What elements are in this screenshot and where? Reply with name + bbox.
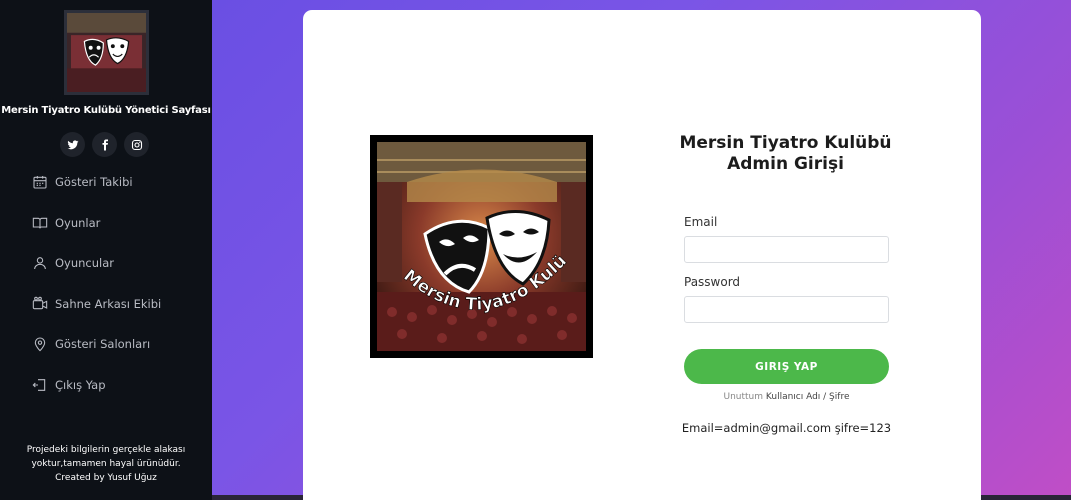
- facebook-icon[interactable]: [92, 132, 117, 157]
- twitter-icon[interactable]: [60, 132, 85, 157]
- login-title-line: Admin Girişi: [727, 154, 844, 174]
- instagram-icon[interactable]: [124, 132, 149, 157]
- sidebar-item-oyunlar[interactable]: Oyunlar: [32, 213, 202, 233]
- email-label: Email: [684, 215, 718, 229]
- demo-credentials: Email=admin@gmail.com şifre=123: [681, 421, 892, 435]
- email-field[interactable]: [684, 236, 889, 263]
- sidebar-item-label: Gösteri Salonları: [55, 337, 151, 352]
- book-icon: [32, 217, 48, 229]
- footer-line: Projedeki bilgilerin gerçekle alakası: [26, 445, 186, 455]
- footer-credit: Created by Yusuf Uğuz: [55, 473, 157, 483]
- password-label: Password: [684, 275, 741, 289]
- sidebar-item-label: Gösteri Takibi: [55, 175, 133, 189]
- calendar-icon: [33, 176, 47, 189]
- sidebar-item-gosteri-takibi[interactable]: Gösteri Takibi: [32, 172, 202, 192]
- club-logo-image: Mersin Tiyatro Kulübü: [370, 135, 593, 358]
- password-field[interactable]: [684, 296, 889, 323]
- social-links: [60, 132, 149, 157]
- login-card: Mersin Tiyatro Kulübü Mersin Tiyatro Kul…: [303, 10, 981, 500]
- sidebar-item-label: Oyunlar: [55, 215, 101, 230]
- login-button[interactable]: GIRIŞ YAP: [684, 349, 889, 384]
- map-pin-icon: [34, 337, 46, 352]
- forgot-prefix: Unuttum: [723, 392, 764, 402]
- sidebar-item-cikis-yap[interactable]: Çıkış Yap: [32, 375, 202, 395]
- login-title: Mersin Tiyatro Kulübü Admin Girişi: [673, 133, 898, 175]
- logout-icon: [32, 379, 46, 391]
- user-icon: [34, 257, 46, 270]
- camera-icon: [32, 296, 48, 309]
- sidebar-item-gosteri-salonlari[interactable]: Gösteri Salonları: [32, 334, 202, 354]
- sidebar-item-label: Sahne Arkası Ekibi: [55, 296, 162, 311]
- sidebar-footer: Projedeki bilgilerin gerçekle alakası yo…: [0, 443, 212, 485]
- sidebar-title: Mersin Tiyatro Kulübü Yönetici Sayfası: [1, 105, 211, 116]
- sidebar-logo: [64, 10, 149, 95]
- sidebar: Mersin Tiyatro Kulübü Yönetici Sayfası G…: [0, 0, 212, 500]
- footer-line: yoktur,tamamen hayal ürünüdür.: [31, 459, 181, 469]
- sidebar-item-oyuncular[interactable]: Oyuncular: [32, 253, 202, 273]
- sidebar-menu: Gösteri Takibi Oyunlar Oyuncular Sahne A…: [32, 172, 202, 416]
- forgot-link[interactable]: Kullanıcı Adı / Şifre: [766, 392, 850, 402]
- sidebar-item-label: Oyuncular: [55, 256, 115, 271]
- forgot-credentials: Unuttum Kullanıcı Adı / Şifre: [684, 392, 889, 402]
- sidebar-item-label: Çıkış Yap: [55, 377, 106, 392]
- sidebar-item-sahne-arkasi[interactable]: Sahne Arkası Ekibi: [32, 294, 202, 314]
- login-title-line: Mersin Tiyatro Kulübü: [679, 133, 892, 153]
